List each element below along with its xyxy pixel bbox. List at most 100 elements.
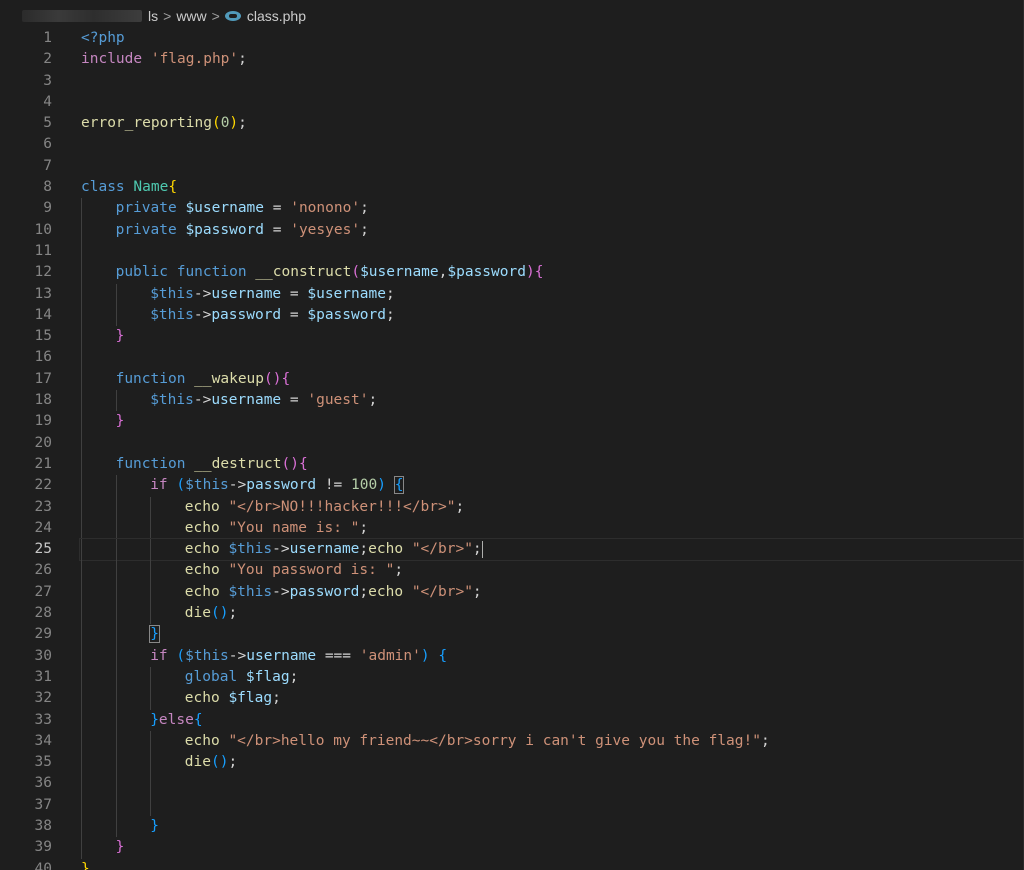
code-line[interactable]: 13 $this->username = $username; [0, 283, 1024, 305]
breadcrumb-item-ls[interactable]: ls [148, 8, 158, 24]
code-line[interactable]: 5 error_reporting(0); [0, 113, 1024, 134]
code-line[interactable]: 23 echo "</br>NO!!!hacker!!!</br>"; [0, 496, 1024, 518]
code-line[interactable]: 1 <?php [0, 28, 1024, 49]
code-content[interactable] [80, 773, 1024, 795]
breadcrumb-item-www[interactable]: www [176, 8, 206, 24]
code-content[interactable]: die(); [80, 752, 1024, 774]
code-line[interactable]: 25 echo $this->username;echo "</br>"; [0, 538, 1024, 562]
code-content[interactable]: error_reporting(0); [80, 113, 1024, 134]
code-content[interactable]: die(); [80, 603, 1024, 625]
code-line[interactable]: 36 [0, 773, 1024, 795]
code-line[interactable]: 15} [0, 326, 1024, 348]
code-line[interactable]: 26 echo "You password is: "; [0, 560, 1024, 582]
code-content[interactable]: private $password = 'yesyes'; [80, 219, 1024, 241]
code-line[interactable]: 35 die(); [0, 752, 1024, 774]
code-line[interactable]: 33}else{ [0, 709, 1024, 731]
code-token: { [193, 711, 203, 728]
code-line[interactable]: 7 [0, 156, 1024, 177]
indent-guide [81, 794, 82, 816]
code-token: ; [238, 115, 247, 132]
code-line[interactable]: 3 [0, 71, 1024, 92]
code-content[interactable] [80, 156, 1024, 177]
code-content[interactable]: $this->username = 'guest'; [80, 390, 1024, 412]
code-content[interactable] [80, 240, 1024, 263]
code-line[interactable]: 10 private $password = 'yesyes'; [0, 219, 1024, 241]
code-token: $flag [228, 690, 273, 707]
code-line[interactable]: 9 private $username = 'nonono'; [0, 198, 1024, 220]
code-line[interactable]: 14 $this->password = $password; [0, 304, 1024, 327]
code-line[interactable]: 24 echo "You name is: "; [0, 517, 1024, 540]
line-number: 2 [43, 51, 52, 68]
code-content[interactable]: } [80, 411, 1024, 433]
code-line[interactable]: 30 if ($this->username === 'admin') { [0, 645, 1024, 667]
code-content[interactable]: if ($this->password != 100) { [80, 475, 1024, 497]
code-line[interactable]: 27 echo $this->password;echo "</br>"; [0, 581, 1024, 604]
code-content[interactable]: private $username = 'nonono'; [80, 198, 1024, 220]
code-line[interactable]: 39} [0, 837, 1024, 859]
breadcrumb-item-file[interactable]: class.php [247, 8, 306, 24]
code-token: "</br>NO!!!hacker!!!</br>" [228, 498, 456, 515]
code-line[interactable]: 28 die(); [0, 603, 1024, 625]
code-content[interactable]: echo $flag; [80, 688, 1024, 710]
code-content[interactable]: echo "You password is: "; [80, 560, 1024, 582]
code-line[interactable]: 29} [0, 624, 1024, 646]
code-content[interactable]: class Name{ [80, 177, 1024, 198]
code-token: ) [377, 477, 386, 494]
code-line[interactable]: 12 public function __construct($username,… [0, 262, 1024, 284]
code-token: { [438, 647, 448, 664]
code-content[interactable]: function __destruct(){ [80, 453, 1024, 476]
code-line[interactable]: 20 [0, 432, 1024, 454]
code-line[interactable]: 40} [0, 859, 1024, 870]
code-content[interactable] [80, 347, 1024, 369]
code-content[interactable]: } [80, 837, 1024, 859]
code-line[interactable]: 4 [0, 92, 1024, 113]
code-line[interactable]: 19} [0, 411, 1024, 433]
line-number: 17 [34, 370, 52, 387]
code-line[interactable]: 2 include 'flag.php'; [0, 49, 1024, 70]
code-content[interactable]: public function __construct($username,$p… [80, 262, 1024, 284]
code-content[interactable]: echo $this->password;echo "</br>"; [80, 581, 1024, 604]
code-line[interactable]: 34 echo "</br>hello my friend~~</br>sorry… [0, 730, 1024, 753]
code-line[interactable]: 11 [0, 240, 1024, 263]
code-content[interactable]: $this->password = $password; [80, 304, 1024, 327]
code-content[interactable]: } [80, 859, 1024, 870]
code-line[interactable]: 21 function __destruct(){ [0, 453, 1024, 476]
code-content[interactable]: if ($this->username === 'admin') { [80, 645, 1024, 667]
line-number: 23 [34, 498, 52, 515]
code-line[interactable]: 18 $this->username = 'guest'; [0, 390, 1024, 412]
code-line[interactable]: 16 [0, 347, 1024, 369]
code-line[interactable]: 37 [0, 794, 1024, 816]
code-line[interactable]: 8 class Name{ [0, 177, 1024, 198]
code-content[interactable]: } [80, 815, 1024, 838]
code-line[interactable]: 17 function __wakeup(){ [0, 368, 1024, 391]
code-content[interactable] [80, 432, 1024, 454]
code-line[interactable]: 22 if ($this->password != 100) { [0, 475, 1024, 497]
code-content[interactable]: } [80, 326, 1024, 348]
code-token: include [81, 51, 143, 68]
code-content[interactable]: } [80, 624, 1024, 646]
code-content[interactable]: echo "</br>hello my friend~~</br>sorry i… [80, 730, 1024, 753]
code-content[interactable]: function __wakeup(){ [80, 368, 1024, 391]
code-token: echo [184, 519, 220, 536]
code-content[interactable]: include 'flag.php'; [80, 49, 1024, 70]
code-content[interactable] [80, 92, 1024, 113]
code-line[interactable]: 32 echo $flag; [0, 688, 1024, 710]
code-content[interactable]: echo "You name is: "; [80, 517, 1024, 540]
code-content[interactable]: $this->username = $username; [80, 283, 1024, 305]
code-content[interactable]: <?php [80, 28, 1024, 49]
code-line[interactable]: 6 [0, 134, 1024, 155]
code-content[interactable]: }else{ [80, 709, 1024, 731]
code-line[interactable]: 38} [0, 815, 1024, 838]
code-content[interactable]: echo "</br>NO!!!hacker!!!</br>"; [80, 496, 1024, 518]
indent-guide [81, 752, 82, 774]
code-content[interactable] [80, 71, 1024, 92]
code-content[interactable]: global $flag; [80, 666, 1024, 689]
code-content[interactable] [80, 794, 1024, 816]
code-line[interactable]: 31 global $flag; [0, 666, 1024, 689]
code-token: $username [360, 264, 439, 281]
code-content[interactable] [80, 134, 1024, 155]
code-editor[interactable]: 1 <?php 2 include 'flag.php'; 3 4 5 error_repor… [0, 28, 1024, 870]
code-content[interactable]: echo $this->username;echo "</br>"; [79, 538, 1024, 562]
